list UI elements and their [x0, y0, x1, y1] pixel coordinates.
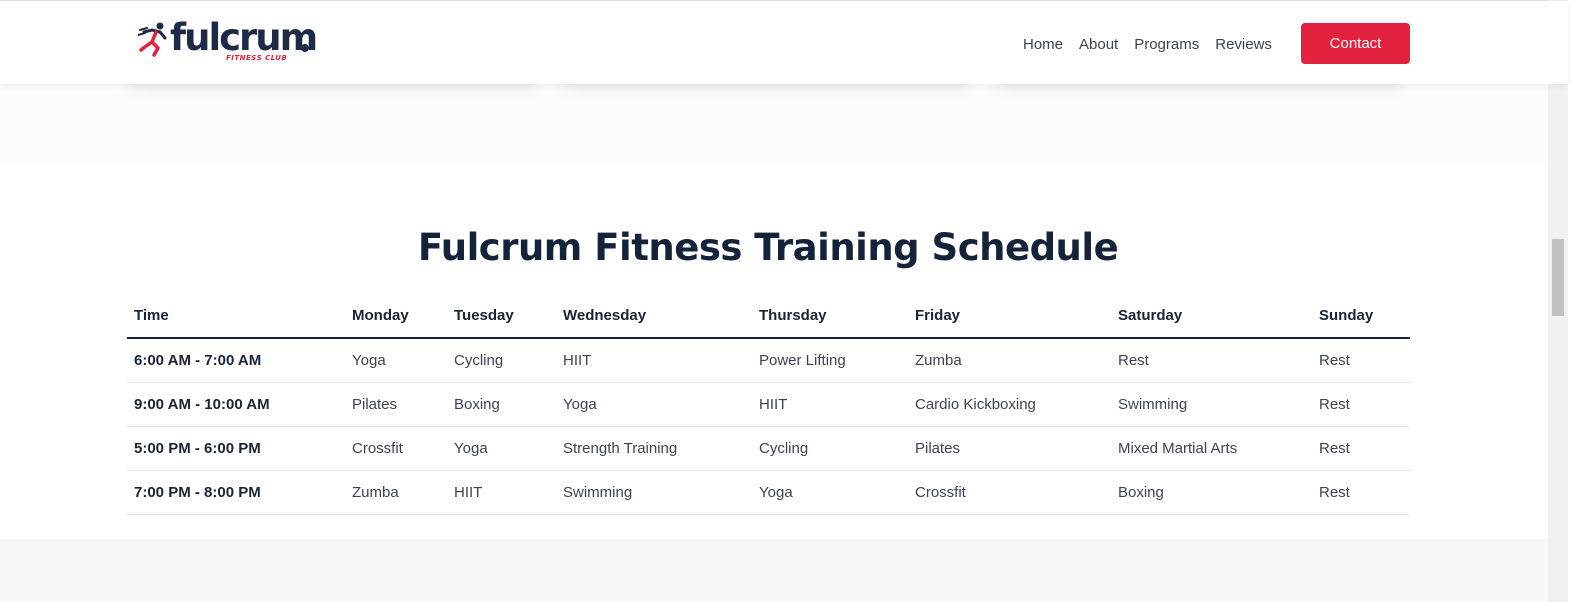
table-row: 9:00 AM - 10:00 AM Pilates Boxing Yoga H…: [127, 382, 1410, 427]
main-nav: Home About Programs Reviews: [1023, 35, 1272, 55]
scrollbar-thumb[interactable]: [1552, 239, 1564, 316]
schedule-section: Fulcrum Fitness Training Schedule Time M…: [0, 165, 1568, 539]
column-header: Time: [127, 294, 345, 339]
table-cell: Yoga: [752, 470, 908, 515]
schedule-title: Fulcrum Fitness Training Schedule: [417, 226, 1119, 269]
table-cell: Crossfit: [908, 470, 1111, 515]
logo-dot: [301, 44, 309, 52]
table-cell: Swimming: [556, 470, 752, 515]
contact-button[interactable]: Contact: [1301, 23, 1410, 64]
table-cell: Rest: [1312, 426, 1410, 471]
table-cell: Rest: [1312, 382, 1410, 427]
schedule-table: Time Monday Tuesday Wednesday Thursday F…: [127, 294, 1410, 515]
table-cell: Swimming: [1111, 382, 1312, 427]
table-cell: Crossfit: [345, 426, 447, 471]
nav-home[interactable]: Home: [1023, 35, 1063, 55]
table-cell: HIIT: [447, 470, 556, 515]
time-cell: 5:00 PM - 6:00 PM: [127, 426, 345, 471]
table-cell: Yoga: [447, 426, 556, 471]
time-cell: 7:00 PM - 8:00 PM: [127, 470, 345, 515]
table-cell: Zumba: [345, 470, 447, 515]
table-cell: Rest: [1312, 338, 1410, 383]
table-cell: Pilates: [908, 426, 1111, 471]
time-cell: 9:00 AM - 10:00 AM: [127, 382, 345, 427]
table-cell: HIIT: [556, 338, 752, 383]
table-cell: Rest: [1111, 338, 1312, 383]
table-cell: Rest: [1312, 470, 1410, 515]
next-section: [0, 539, 1568, 602]
table-cell: Cycling: [752, 426, 908, 471]
nav-about[interactable]: About: [1079, 35, 1118, 55]
logo[interactable]: fulcrum FITNESS CLUB: [138, 16, 318, 68]
time-cell: 6:00 AM - 7:00 AM: [127, 338, 345, 383]
table-cell: Mixed Martial Arts: [1111, 426, 1312, 471]
table-cell: Strength Training: [556, 426, 752, 471]
logo-subtext: FITNESS CLUB: [226, 54, 288, 62]
column-header: Saturday: [1111, 294, 1312, 339]
column-header: Monday: [345, 294, 447, 339]
table-cell: Power Lifting: [752, 338, 908, 383]
table-cell: Yoga: [345, 338, 447, 383]
column-header: Wednesday: [556, 294, 752, 339]
table-row: 5:00 PM - 6:00 PM Crossfit Yoga Strength…: [127, 426, 1410, 471]
table-cell: Cycling: [447, 338, 556, 383]
table-row: 6:00 AM - 7:00 AM Yoga Cycling HIIT Powe…: [127, 338, 1410, 383]
table-row: 7:00 PM - 8:00 PM Zumba HIIT Swimming Yo…: [127, 470, 1410, 515]
table-cell: Pilates: [345, 382, 447, 427]
column-header: Sunday: [1312, 294, 1410, 339]
runner-icon: [138, 22, 167, 57]
table-cell: Boxing: [447, 382, 556, 427]
table-cell: HIIT: [752, 382, 908, 427]
table-header-row: Time Monday Tuesday Wednesday Thursday F…: [127, 294, 1410, 339]
site-header: fulcrum FITNESS CLUB Home About Programs…: [0, 1, 1568, 84]
column-header: Friday: [908, 294, 1111, 339]
table-cell: Boxing: [1111, 470, 1312, 515]
nav-reviews[interactable]: Reviews: [1215, 35, 1272, 55]
table-cell: Cardio Kickboxing: [908, 382, 1111, 427]
table-cell: Zumba: [908, 338, 1111, 383]
column-header: Thursday: [752, 294, 908, 339]
nav-programs[interactable]: Programs: [1134, 35, 1199, 55]
column-header: Tuesday: [447, 294, 556, 339]
table-cell: Yoga: [556, 382, 752, 427]
